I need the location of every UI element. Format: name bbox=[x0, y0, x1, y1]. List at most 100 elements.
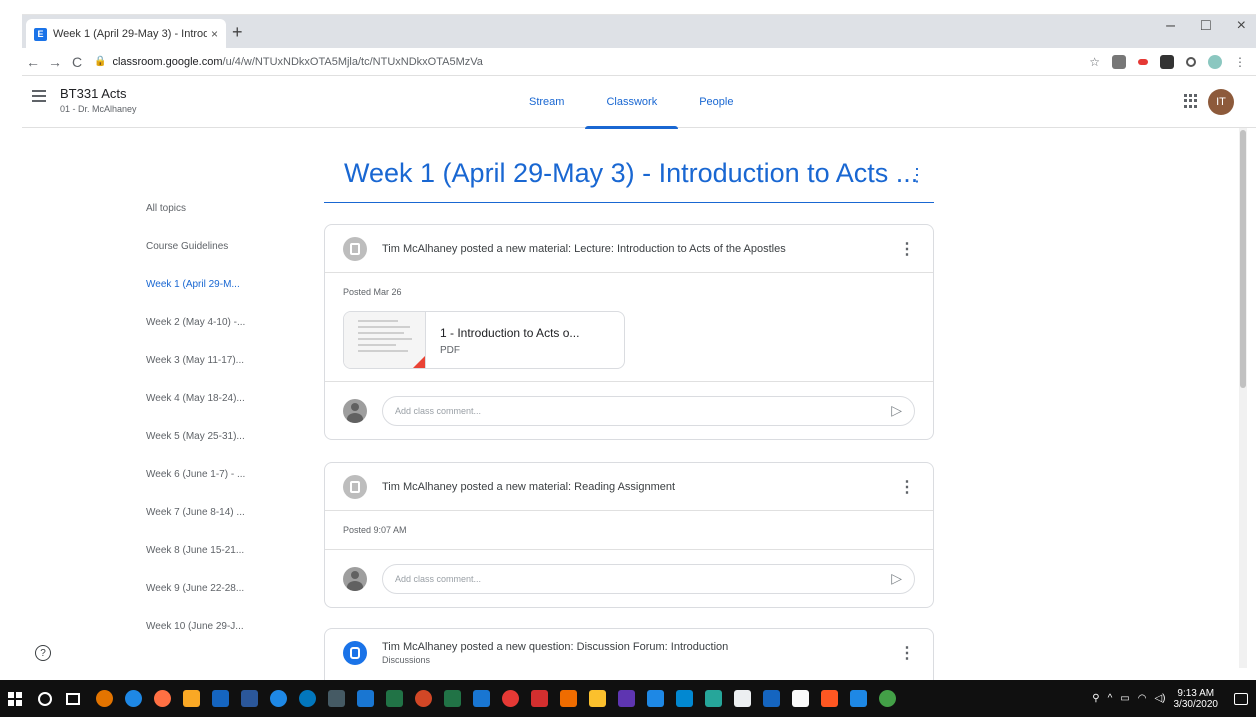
question-icon bbox=[343, 641, 367, 665]
firefox-icon[interactable] bbox=[154, 690, 171, 707]
calculator-icon[interactable] bbox=[734, 690, 751, 707]
profile-icon[interactable] bbox=[1208, 54, 1222, 69]
app-icon[interactable] bbox=[560, 690, 577, 707]
topic-item[interactable]: Week 6 (June 1-7) - ... bbox=[146, 469, 245, 507]
tab-classwork[interactable]: Classwork bbox=[585, 76, 678, 129]
app-icon[interactable] bbox=[502, 690, 519, 707]
app-icon[interactable] bbox=[589, 690, 606, 707]
store-icon[interactable] bbox=[792, 690, 809, 707]
volume-icon[interactable]: ◁) bbox=[1154, 693, 1165, 704]
question-card[interactable]: Tim McAlhaney posted a new question: Dis… bbox=[324, 628, 934, 680]
app-icon[interactable] bbox=[212, 690, 229, 707]
extension-icon[interactable] bbox=[1112, 54, 1126, 69]
material-card[interactable]: Tim McAlhaney posted a new material: Lec… bbox=[324, 224, 934, 440]
file-explorer-icon[interactable] bbox=[183, 690, 200, 707]
topic-item[interactable]: Week 2 (May 4-10) -... bbox=[146, 317, 245, 355]
send-icon[interactable]: ▷ bbox=[891, 570, 902, 587]
posted-date: Posted 9:07 AM bbox=[343, 525, 407, 535]
restore-icon[interactable]: □ bbox=[1201, 17, 1211, 35]
app-icon[interactable] bbox=[473, 690, 490, 707]
word-icon[interactable] bbox=[241, 690, 258, 707]
more-options-icon[interactable]: ⋮ bbox=[899, 643, 915, 663]
app-icon[interactable] bbox=[879, 690, 896, 707]
acrobat-icon[interactable] bbox=[531, 690, 548, 707]
app-icon[interactable] bbox=[299, 690, 316, 707]
forward-icon[interactable]: → bbox=[44, 54, 66, 70]
chrome-icon[interactable] bbox=[96, 690, 113, 707]
battery-icon[interactable]: ▭ bbox=[1120, 693, 1129, 704]
app-icon[interactable] bbox=[676, 690, 693, 707]
material-card[interactable]: Tim McAlhaney posted a new material: Rea… bbox=[324, 462, 934, 608]
lock-icon: 🔒 bbox=[94, 56, 107, 67]
topic-item[interactable]: Week 7 (June 8-14) ... bbox=[146, 507, 245, 545]
wifi-icon[interactable]: ◠ bbox=[1138, 693, 1147, 704]
class-title-block[interactable]: BT331 Acts 01 - Dr. McAlhaney bbox=[60, 86, 137, 114]
class-comment-input[interactable]: Add class comment... ▷ bbox=[382, 395, 915, 426]
topic-item[interactable]: Course Guidelines bbox=[146, 241, 245, 279]
app-icon[interactable] bbox=[763, 690, 780, 707]
topic-more-icon[interactable]: ⋮ bbox=[908, 165, 926, 186]
extension-icon[interactable] bbox=[1186, 56, 1196, 67]
app-icon[interactable] bbox=[647, 690, 664, 707]
app-icon[interactable] bbox=[850, 690, 867, 707]
search-icon[interactable] bbox=[38, 691, 52, 706]
excel-icon[interactable] bbox=[386, 690, 403, 707]
edge-icon[interactable] bbox=[125, 690, 142, 707]
notifications-icon[interactable] bbox=[1234, 692, 1248, 705]
topic-item[interactable]: Week 4 (May 18-24)... bbox=[146, 393, 245, 431]
app-icon[interactable] bbox=[270, 690, 287, 707]
topic-all[interactable]: All topics bbox=[146, 203, 245, 241]
screen: E Week 1 (April 29-May 3) - Introd × + –… bbox=[0, 0, 1256, 717]
back-icon[interactable]: ← bbox=[22, 54, 44, 70]
close-tab-icon[interactable]: × bbox=[211, 27, 218, 41]
extension-icon[interactable] bbox=[1160, 54, 1174, 69]
topic-item[interactable]: Week 10 (June 29-J... bbox=[146, 621, 245, 659]
card-header[interactable]: Tim McAlhaney posted a new material: Lec… bbox=[325, 225, 933, 273]
topic-item[interactable]: Week 3 (May 11-17)... bbox=[146, 355, 245, 393]
topic-item[interactable]: Week 8 (June 15-21... bbox=[146, 545, 245, 583]
address-bar[interactable]: 🔒 classroom.google.com /u/4/w/NTUxNDkxOT… bbox=[94, 51, 1089, 73]
topic-item[interactable]: Week 9 (June 22-28... bbox=[146, 583, 245, 621]
windows-start-icon[interactable] bbox=[8, 691, 22, 706]
menu-icon[interactable] bbox=[32, 90, 46, 105]
send-icon[interactable]: ▷ bbox=[891, 402, 902, 419]
app-icon[interactable] bbox=[444, 690, 461, 707]
browser-menu-icon[interactable]: ⋮ bbox=[1234, 55, 1246, 69]
browser-tab[interactable]: E Week 1 (April 29-May 3) - Introd × bbox=[26, 19, 226, 49]
extension-icon[interactable] bbox=[1138, 58, 1148, 65]
more-options-icon[interactable]: ⋮ bbox=[899, 239, 915, 259]
topic-item[interactable]: Week 5 (May 25-31)... bbox=[146, 431, 245, 469]
attachment-pdf[interactable]: 1 - Introduction to Acts o... PDF bbox=[343, 311, 625, 369]
page-scrollbar[interactable] bbox=[1239, 128, 1247, 668]
tab-people[interactable]: People bbox=[678, 76, 754, 128]
topic-item-active[interactable]: Week 1 (April 29-M... bbox=[146, 279, 245, 317]
material-icon bbox=[343, 474, 367, 499]
card-header[interactable]: Tim McAlhaney posted a new material: Rea… bbox=[325, 463, 933, 511]
task-view-icon[interactable] bbox=[66, 692, 80, 705]
class-comment-input[interactable]: Add class comment... ▷ bbox=[382, 563, 915, 594]
google-apps-icon[interactable] bbox=[1184, 94, 1198, 108]
classroom-favicon-icon: E bbox=[34, 27, 47, 41]
scrollbar-thumb[interactable] bbox=[1240, 130, 1246, 388]
tab-stream[interactable]: Stream bbox=[508, 76, 585, 128]
app-icon[interactable] bbox=[357, 690, 374, 707]
new-tab-button[interactable]: + bbox=[232, 22, 243, 43]
close-window-icon[interactable]: × bbox=[1237, 17, 1246, 35]
more-options-icon[interactable]: ⋮ bbox=[899, 477, 915, 497]
chevron-up-icon[interactable]: ^ bbox=[1108, 693, 1113, 704]
help-icon[interactable]: ? bbox=[35, 645, 51, 661]
card-header[interactable]: Tim McAlhaney posted a new question: Dis… bbox=[325, 629, 933, 677]
app-icon[interactable] bbox=[705, 690, 722, 707]
app-icon[interactable] bbox=[328, 690, 345, 707]
card-title: Tim McAlhaney posted a new material: Lec… bbox=[382, 242, 786, 255]
reload-icon[interactable]: C bbox=[66, 54, 88, 70]
app-icon[interactable] bbox=[415, 690, 432, 707]
bookmark-star-icon[interactable]: ☆ bbox=[1089, 55, 1100, 69]
clock[interactable]: 9:13 AM 3/30/2020 bbox=[1174, 688, 1219, 710]
app-icon[interactable] bbox=[821, 690, 838, 707]
people-icon[interactable]: ⚲ bbox=[1092, 693, 1099, 704]
minimize-icon[interactable]: – bbox=[1166, 17, 1175, 35]
app-icon[interactable] bbox=[618, 690, 635, 707]
user-avatar-icon bbox=[343, 566, 367, 591]
account-avatar[interactable]: IT bbox=[1208, 89, 1234, 115]
